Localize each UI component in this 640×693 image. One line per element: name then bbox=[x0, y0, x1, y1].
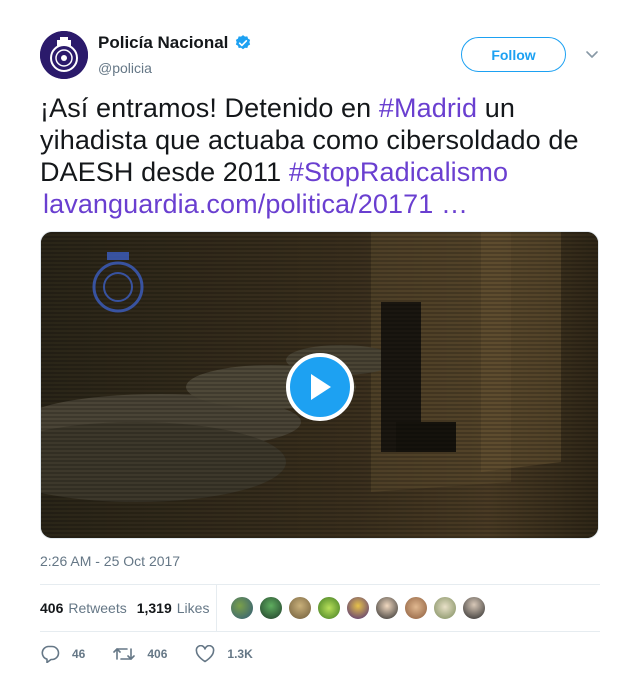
article-link[interactable]: lavanguardia.com/politica/20171 … bbox=[43, 188, 468, 220]
link-ellipsis: … bbox=[433, 189, 469, 219]
like-action[interactable]: 1.3K bbox=[195, 645, 253, 663]
verified-badge-icon bbox=[236, 35, 251, 50]
police-badge-icon bbox=[40, 31, 88, 79]
liker-avatar[interactable] bbox=[375, 596, 399, 620]
retweet-icon bbox=[113, 648, 136, 660]
video-player[interactable] bbox=[40, 231, 599, 539]
liker-avatar[interactable] bbox=[433, 596, 457, 620]
chevron-down-icon[interactable] bbox=[585, 47, 599, 61]
retweet-action[interactable]: 406 bbox=[113, 645, 167, 663]
play-icon bbox=[311, 374, 331, 400]
likes-label[interactable]: Likes bbox=[177, 600, 210, 616]
tweet-actions: 46 406 1.3K bbox=[40, 643, 600, 665]
name-row: Policía Nacional bbox=[98, 33, 252, 53]
liker-avatar[interactable] bbox=[259, 596, 283, 620]
stat-counts: 406 Retweets 1,319 Likes bbox=[40, 585, 217, 631]
user-handle[interactable]: @policia bbox=[98, 60, 152, 76]
tweet-text-intro: ¡Así entramos! Detenido en bbox=[40, 93, 379, 123]
hashtag-stopradicalismo[interactable]: #StopRadicalismo bbox=[289, 157, 508, 187]
tweet-header: Policía Nacional @policia Follow bbox=[40, 31, 600, 81]
article-link-text: lavanguardia.com/politica/20171 bbox=[43, 189, 434, 219]
liker-avatar[interactable] bbox=[288, 596, 312, 620]
retweets-label[interactable]: Retweets bbox=[68, 600, 126, 616]
liker-avatar[interactable] bbox=[462, 596, 486, 620]
liker-avatar[interactable] bbox=[404, 596, 428, 620]
retweets-count[interactable]: 406 bbox=[40, 600, 63, 616]
reply-icon bbox=[41, 645, 60, 663]
like-count: 1.3K bbox=[227, 647, 253, 661]
tweet-timestamp[interactable]: 2:26 AM - 25 Oct 2017 bbox=[40, 553, 180, 569]
liker-avatars bbox=[230, 596, 491, 620]
display-name[interactable]: Policía Nacional bbox=[98, 33, 228, 53]
retweet-count: 406 bbox=[147, 647, 168, 661]
follow-button[interactable]: Follow bbox=[461, 37, 566, 72]
hashtag-madrid[interactable]: #Madrid bbox=[379, 93, 477, 123]
heart-icon bbox=[196, 645, 215, 663]
liker-avatar[interactable] bbox=[230, 596, 254, 620]
liker-avatar[interactable] bbox=[346, 596, 370, 620]
reply-count: 46 bbox=[72, 647, 86, 661]
engagement-stats: 406 Retweets 1,319 Likes bbox=[40, 584, 600, 632]
liker-avatar[interactable] bbox=[317, 596, 341, 620]
reply-action[interactable]: 46 bbox=[40, 645, 85, 663]
policia-avatar[interactable] bbox=[40, 31, 88, 79]
likes-count[interactable]: 1,319 bbox=[137, 600, 172, 616]
tweet-text: ¡Así entramos! Detenido en #Madrid un yi… bbox=[40, 92, 605, 220]
play-button[interactable] bbox=[286, 353, 354, 421]
